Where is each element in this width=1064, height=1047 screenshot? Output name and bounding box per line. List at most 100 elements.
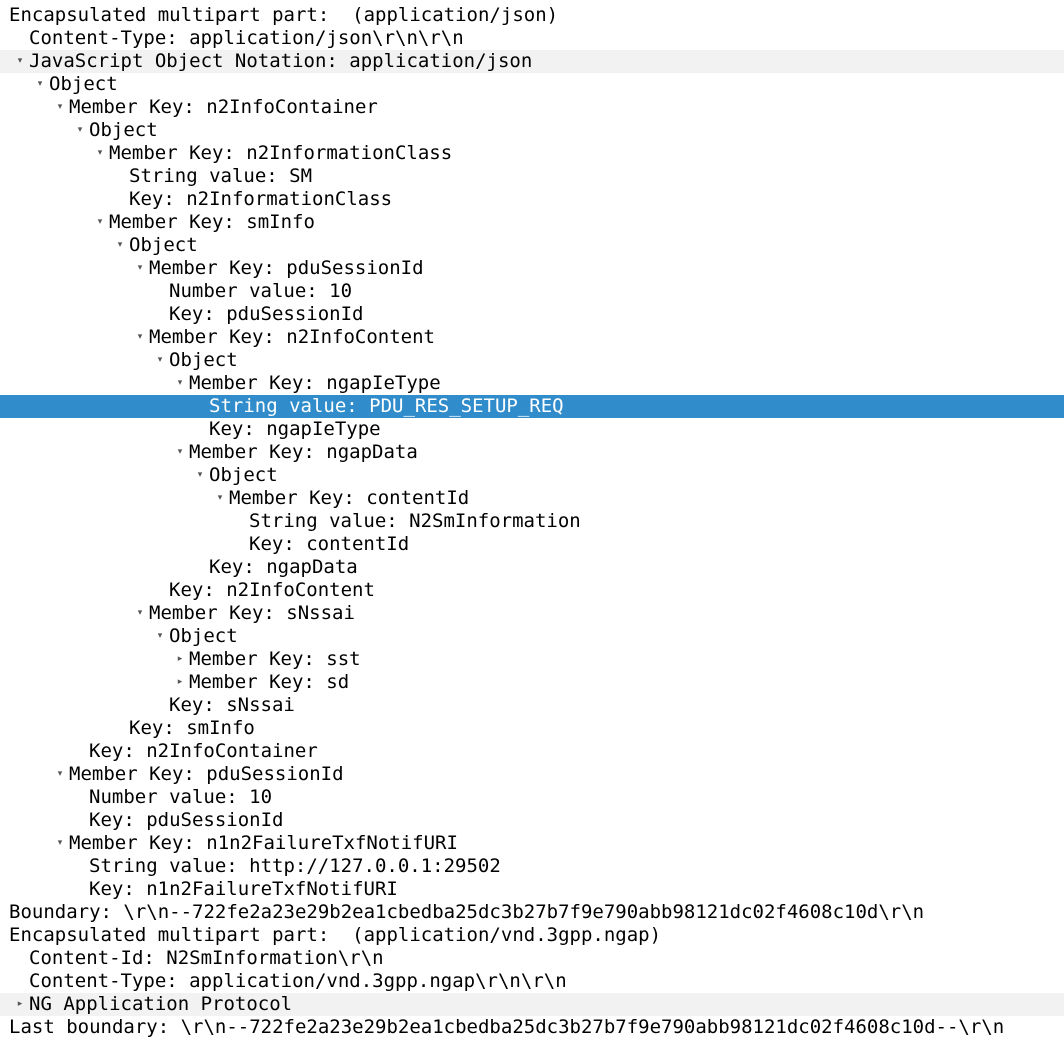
tree-row-label: Key: pduSessionId <box>89 809 284 831</box>
tree-row[interactable]: ▾ Object <box>0 234 1064 257</box>
tree-row[interactable]: Content-Type: application/vnd.3gpp.ngap\… <box>0 970 1064 993</box>
triangle-down-icon[interactable]: ▾ <box>54 832 66 855</box>
tree-row-label: Content-Type: application/json\r\n\r\n <box>29 27 464 49</box>
tree-row-label: Key: n2InfoContent <box>169 579 375 601</box>
tree-row-label: Key: n1n2FailureTxfNotifURI <box>89 878 398 900</box>
tree-row[interactable]: ▸ NG Application Protocol <box>0 993 1064 1016</box>
tree-row[interactable]: ▾ Member Key: ngapData <box>0 441 1064 464</box>
tree-row[interactable]: Encapsulated multipart part: (applicatio… <box>0 924 1064 947</box>
tree-row[interactable]: ▾ Member Key: sNssai <box>0 602 1064 625</box>
triangle-down-icon[interactable]: ▾ <box>114 234 126 257</box>
tree-row[interactable]: Key: n2InfoContainer <box>0 740 1064 763</box>
tree-row[interactable]: Content-Id: N2SmInformation\r\n <box>0 947 1064 970</box>
tree-row[interactable]: String value: PDU_RES_SETUP_REQ <box>0 395 1064 418</box>
tree-row-label: Member Key: pduSessionId <box>69 763 344 785</box>
tree-row[interactable]: ▸ Member Key: sst <box>0 648 1064 671</box>
tree-row[interactable]: ▾ Object <box>0 625 1064 648</box>
tree-row-label: Number value: 10 <box>89 786 273 808</box>
tree-row[interactable]: ▸ Member Key: sd <box>0 671 1064 694</box>
tree-row[interactable]: Key: smInfo <box>0 717 1064 740</box>
triangle-down-icon[interactable]: ▾ <box>134 257 146 280</box>
triangle-down-icon[interactable]: ▾ <box>54 763 66 786</box>
tree-row-label: Member Key: n2InfoContent <box>149 326 435 348</box>
tree-row-label: Key: n2InfoContainer <box>89 740 318 762</box>
tree-row-label: Member Key: contentId <box>229 487 470 509</box>
tree-row[interactable]: ▾ Member Key: smInfo <box>0 211 1064 234</box>
tree-row[interactable]: Key: ngapData <box>0 556 1064 579</box>
tree-row[interactable]: Key: pduSessionId <box>0 809 1064 832</box>
tree-row[interactable]: Encapsulated multipart part: (applicatio… <box>0 4 1064 27</box>
triangle-down-icon[interactable]: ▾ <box>154 349 166 372</box>
triangle-down-icon[interactable]: ▾ <box>174 441 186 464</box>
tree-row[interactable]: ▾ Member Key: n1n2FailureTxfNotifURI <box>0 832 1064 855</box>
tree-row-label: Boundary: \r\n--722fe2a23e29b2ea1cbedba2… <box>9 901 925 923</box>
tree-row-label: Key: sNssai <box>169 694 295 716</box>
tree-row[interactable]: ▾ Object <box>0 73 1064 96</box>
tree-row-label: Key: pduSessionId <box>169 303 364 325</box>
tree-row[interactable]: Key: contentId <box>0 533 1064 556</box>
tree-row[interactable]: ▾ JavaScript Object Notation: application… <box>0 50 1064 73</box>
tree-row-label: Member Key: ngapData <box>189 441 418 463</box>
tree-row[interactable]: Key: n2InformationClass <box>0 188 1064 211</box>
triangle-down-icon[interactable]: ▾ <box>14 50 26 73</box>
triangle-down-icon[interactable]: ▾ <box>134 602 146 625</box>
tree-row-label: Number value: 10 <box>169 280 353 302</box>
tree-row[interactable]: ▾ Object <box>0 119 1064 142</box>
tree-row-label: Key: ngapIeType <box>209 418 381 440</box>
triangle-down-icon[interactable]: ▾ <box>54 96 66 119</box>
triangle-down-icon[interactable]: ▾ <box>34 73 46 96</box>
tree-row-label: String value: N2SmInformation <box>249 510 581 532</box>
triangle-right-icon[interactable]: ▸ <box>174 648 186 671</box>
triangle-down-icon[interactable]: ▾ <box>194 464 206 487</box>
tree-row[interactable]: ▾ Member Key: n2InfoContent <box>0 326 1064 349</box>
tree-row[interactable]: String value: N2SmInformation <box>0 510 1064 533</box>
tree-row-label: Member Key: smInfo <box>109 211 315 233</box>
tree-row[interactable]: Key: sNssai <box>0 694 1064 717</box>
tree-row[interactable]: Key: ngapIeType <box>0 418 1064 441</box>
packet-details-tree: Encapsulated multipart part: (applicatio… <box>0 4 1064 1039</box>
tree-row-label: Object <box>89 119 158 141</box>
tree-row-label: Object <box>49 73 118 95</box>
tree-row-label: Member Key: sNssai <box>149 602 355 624</box>
tree-row[interactable]: String value: http://127.0.0.1:29502 <box>0 855 1064 878</box>
tree-row[interactable]: ▾ Member Key: n2InformationClass <box>0 142 1064 165</box>
tree-row[interactable]: Number value: 10 <box>0 786 1064 809</box>
tree-row-label: NG Application Protocol <box>29 993 293 1015</box>
tree-row[interactable]: ▾ Member Key: ngapIeType <box>0 372 1064 395</box>
triangle-down-icon[interactable]: ▾ <box>74 119 86 142</box>
tree-row[interactable]: ▾ Object <box>0 464 1064 487</box>
tree-row[interactable]: String value: SM <box>0 165 1064 188</box>
triangle-right-icon[interactable]: ▸ <box>14 993 26 1016</box>
tree-row-label: Object <box>209 464 278 486</box>
tree-row[interactable]: Content-Type: application/json\r\n\r\n <box>0 27 1064 50</box>
tree-row-label: Key: ngapData <box>209 556 358 578</box>
tree-row[interactable]: Boundary: \r\n--722fe2a23e29b2ea1cbedba2… <box>0 901 1064 924</box>
tree-row-label: Content-Id: N2SmInformation\r\n <box>29 947 384 969</box>
tree-row[interactable]: ▾ Member Key: contentId <box>0 487 1064 510</box>
triangle-down-icon[interactable]: ▾ <box>94 142 106 165</box>
triangle-right-icon[interactable]: ▸ <box>174 671 186 694</box>
tree-row[interactable]: ▾ Object <box>0 349 1064 372</box>
tree-row-label: Encapsulated multipart part: (applicatio… <box>9 924 662 946</box>
tree-row[interactable]: Number value: 10 <box>0 280 1064 303</box>
tree-row-label: Member Key: n1n2FailureTxfNotifURI <box>69 832 458 854</box>
triangle-down-icon[interactable]: ▾ <box>214 487 226 510</box>
tree-row-label: Member Key: sd <box>189 671 350 693</box>
triangle-down-icon[interactable]: ▾ <box>154 625 166 648</box>
tree-row-label: Member Key: sst <box>189 648 361 670</box>
triangle-down-icon[interactable]: ▾ <box>174 372 186 395</box>
tree-row[interactable]: Last boundary: \r\n--722fe2a23e29b2ea1cb… <box>0 1016 1064 1039</box>
tree-row[interactable]: ▾ Member Key: pduSessionId <box>0 763 1064 786</box>
tree-row[interactable]: Key: pduSessionId <box>0 303 1064 326</box>
tree-row-label: Key: n2InformationClass <box>129 188 393 210</box>
tree-row[interactable]: ▾ Member Key: pduSessionId <box>0 257 1064 280</box>
triangle-down-icon[interactable]: ▾ <box>134 326 146 349</box>
tree-row[interactable]: Key: n1n2FailureTxfNotifURI <box>0 878 1064 901</box>
tree-row-label: Last boundary: \r\n--722fe2a23e29b2ea1cb… <box>9 1016 1005 1038</box>
tree-row[interactable]: Key: n2InfoContent <box>0 579 1064 602</box>
tree-row[interactable]: ▾ Member Key: n2InfoContainer <box>0 96 1064 119</box>
triangle-down-icon[interactable]: ▾ <box>94 211 106 234</box>
tree-row-label: Key: contentId <box>249 533 410 555</box>
tree-row-label: String value: http://127.0.0.1:29502 <box>89 855 501 877</box>
tree-row-label: Content-Type: application/vnd.3gpp.ngap\… <box>29 970 567 992</box>
